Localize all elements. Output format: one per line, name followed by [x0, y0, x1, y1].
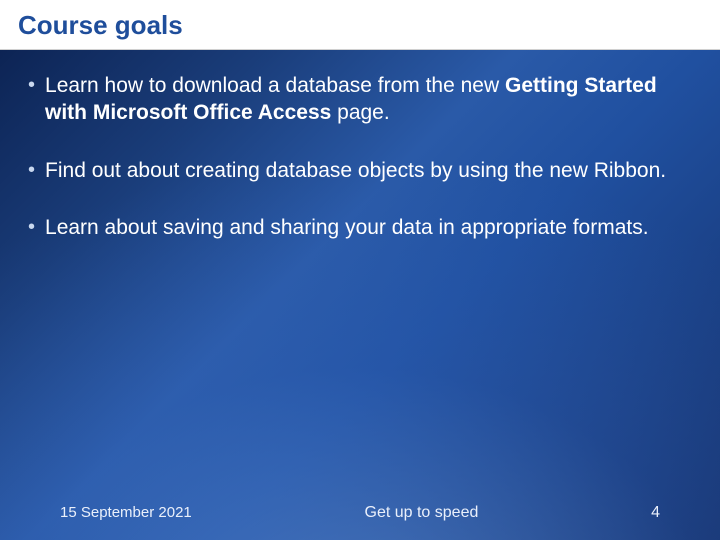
text-segment: page.: [331, 101, 389, 124]
page-title: Course goals: [18, 10, 702, 41]
bullet-text: Learn about saving and sharing your data…: [45, 214, 692, 241]
footer-date: 15 September 2021: [60, 504, 192, 521]
list-item: • Learn how to download a database from …: [28, 72, 692, 127]
list-item: • Find out about creating database objec…: [28, 157, 692, 184]
list-item: • Learn about saving and sharing your da…: [28, 214, 692, 241]
bullet-icon: •: [28, 214, 35, 240]
slide-content: • Learn how to download a database from …: [0, 50, 720, 241]
bullet-icon: •: [28, 157, 35, 183]
bullet-icon: •: [28, 72, 35, 98]
text-segment: Learn how to download a database from th…: [45, 74, 505, 97]
footer-title: Get up to speed: [365, 504, 479, 522]
bullet-text: Learn how to download a database from th…: [45, 72, 692, 127]
bullet-text: Find out about creating database objects…: [45, 157, 692, 184]
slide-footer: 15 September 2021 Get up to speed 4: [0, 504, 720, 522]
footer-page-number: 4: [651, 504, 660, 522]
slide-header: Course goals: [0, 0, 720, 50]
